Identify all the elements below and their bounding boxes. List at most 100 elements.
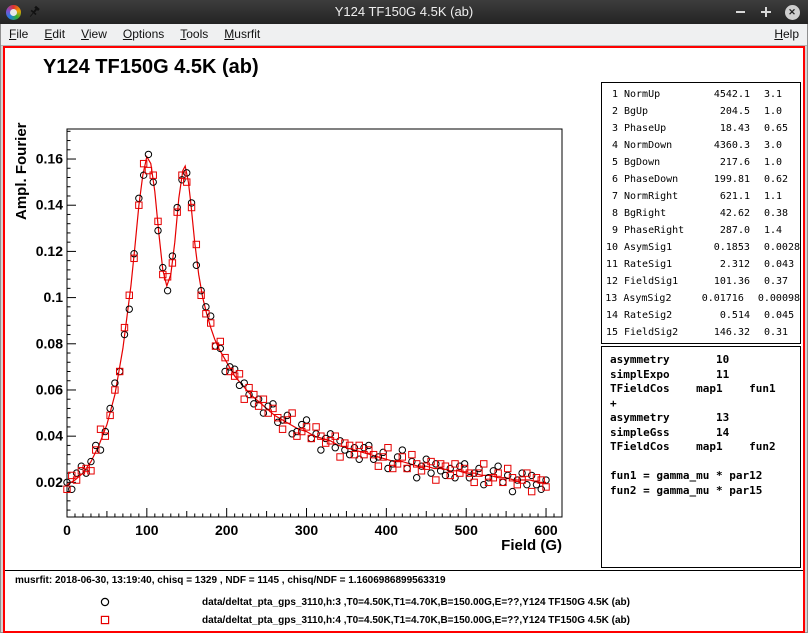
param-name: FieldSig2 <box>624 324 694 341</box>
param-no: 8 <box>602 205 618 222</box>
x-tick-label: 100 <box>135 522 159 538</box>
data-point-circle <box>452 475 458 481</box>
minimize-icon <box>736 11 745 13</box>
legend-circle-icon <box>99 596 111 608</box>
param-box[interactable]: 1NormUp4542.13.12BgUp204.51.03PhaseUp18.… <box>601 82 801 344</box>
param-no: 15 <box>602 324 618 341</box>
param-name: RateSig1 <box>624 256 694 273</box>
param-row: 13AsymSig20.017160.00098 <box>602 290 800 307</box>
menu-item-edit[interactable]: Edit <box>36 24 73 45</box>
param-name: PhaseRight <box>624 222 694 239</box>
data-point-circle <box>528 472 534 478</box>
data-point-square <box>433 477 439 483</box>
data-point-circle <box>413 475 419 481</box>
x-tick-label: 600 <box>534 522 558 538</box>
menu-item-tools[interactable]: Tools <box>172 24 216 45</box>
pin-icon[interactable] <box>27 5 41 19</box>
param-err: 3.0 <box>764 137 782 154</box>
data-point-square <box>528 488 534 494</box>
param-val: 204.5 <box>694 103 750 120</box>
close-button[interactable]: ✕ <box>784 4 800 20</box>
chart-svg[interactable]: 01002003004005006000.020.040.060.080.10.… <box>5 48 600 568</box>
menu-item-help[interactable]: Help <box>766 24 807 45</box>
param-row: 10AsymSig10.18530.0028 <box>602 239 800 256</box>
param-name: RateSig2 <box>624 307 694 324</box>
data-point-square <box>121 324 127 330</box>
param-no: 3 <box>602 120 618 137</box>
data-point-circle <box>356 456 362 462</box>
data-point-circle <box>284 412 290 418</box>
param-row: 7NormRight621.11.1 <box>602 188 800 205</box>
menu-item-options[interactable]: Options <box>115 24 172 45</box>
data-point-circle <box>318 447 324 453</box>
param-row: 14RateSig20.5140.045 <box>602 307 800 324</box>
param-err: 1.1 <box>764 188 782 205</box>
param-no: 1 <box>602 86 618 103</box>
param-val: 621.1 <box>694 188 750 205</box>
param-row: 4NormDown4360.33.0 <box>602 137 800 154</box>
menu-bar: FileEditViewOptionsToolsMusrfit Help <box>1 24 807 46</box>
pad-divider <box>5 570 803 571</box>
menu-item-musrfit[interactable]: Musrfit <box>216 24 268 45</box>
x-tick-label: 0 <box>63 522 71 538</box>
menu-bar-left: FileEditViewOptionsToolsMusrfit <box>1 24 268 45</box>
param-row: 6PhaseDown199.810.62 <box>602 171 800 188</box>
param-err: 0.37 <box>764 273 788 290</box>
param-name: NormDown <box>624 137 694 154</box>
param-no: 11 <box>602 256 618 273</box>
maximize-icon <box>761 7 771 17</box>
data-point-circle <box>509 488 515 494</box>
data-point-circle <box>428 470 434 476</box>
menu-bar-right: Help <box>766 24 807 45</box>
param-no: 6 <box>602 171 618 188</box>
param-name: NormUp <box>624 86 694 103</box>
param-err: 0.65 <box>764 120 788 137</box>
data-point-circle <box>404 465 410 471</box>
x-tick-label: 200 <box>215 522 239 538</box>
param-no: 9 <box>602 222 618 239</box>
data-point-circle <box>524 481 530 487</box>
y-tick-label: 0.12 <box>36 243 63 259</box>
param-err: 3.1 <box>764 86 782 103</box>
data-point-circle <box>543 477 549 483</box>
param-val: 4360.3 <box>694 137 750 154</box>
param-err: 0.043 <box>764 256 794 273</box>
param-err: 0.31 <box>764 324 788 341</box>
param-no: 10 <box>602 239 618 256</box>
data-point-circle <box>476 465 482 471</box>
param-val: 4542.1 <box>694 86 750 103</box>
data-point-square <box>279 426 285 432</box>
param-row: 12FieldSig1101.360.37 <box>602 273 800 290</box>
param-no: 2 <box>602 103 618 120</box>
legend-row[interactable]: data/deltat_pta_gps_3110,h:4 ,T0=4.50K,T… <box>5 614 803 628</box>
param-row: 11RateSig12.3120.043 <box>602 256 800 273</box>
data-point-square <box>193 241 199 247</box>
param-row: 9PhaseRight287.01.4 <box>602 222 800 239</box>
legend-row[interactable]: data/deltat_pta_gps_3110,h:3 ,T0=4.50K,T… <box>5 596 803 610</box>
app-window: Y124 TF150G 4.5K (ab) ✕ FileEditViewOpti… <box>0 0 808 633</box>
param-row: 15FieldSig2146.320.31 <box>602 324 800 341</box>
data-point-circle <box>97 447 103 453</box>
param-val: 217.6 <box>694 154 750 171</box>
minimize-button[interactable] <box>732 4 748 20</box>
data-point-circle <box>500 479 506 485</box>
data-point-square <box>337 454 343 460</box>
title-bar[interactable]: Y124 TF150G 4.5K (ab) ✕ <box>0 0 808 24</box>
param-val: 287.0 <box>694 222 750 239</box>
param-val: 199.81 <box>694 171 750 188</box>
plot-canvas[interactable]: Y124 TF150G 4.5K (ab) Ampl. Fourier Fiel… <box>3 46 805 633</box>
param-name: AsymSig1 <box>624 239 694 256</box>
data-point-circle <box>69 486 75 492</box>
param-row: 3PhaseUp18.430.65 <box>602 120 800 137</box>
data-point-circle <box>394 454 400 460</box>
theory-box[interactable]: asymmetry 10 simplExpo 11 TFieldCos map1… <box>601 346 801 568</box>
data-point-circle <box>193 262 199 268</box>
maximize-button[interactable] <box>758 4 774 20</box>
x-tick-label: 500 <box>455 522 479 538</box>
data-point-circle <box>442 472 448 478</box>
param-name: PhaseDown <box>624 171 694 188</box>
data-point-circle <box>145 151 151 157</box>
menu-item-file[interactable]: File <box>1 24 36 45</box>
menu-item-view[interactable]: View <box>73 24 115 45</box>
y-tick-label: 0.02 <box>36 474 63 490</box>
